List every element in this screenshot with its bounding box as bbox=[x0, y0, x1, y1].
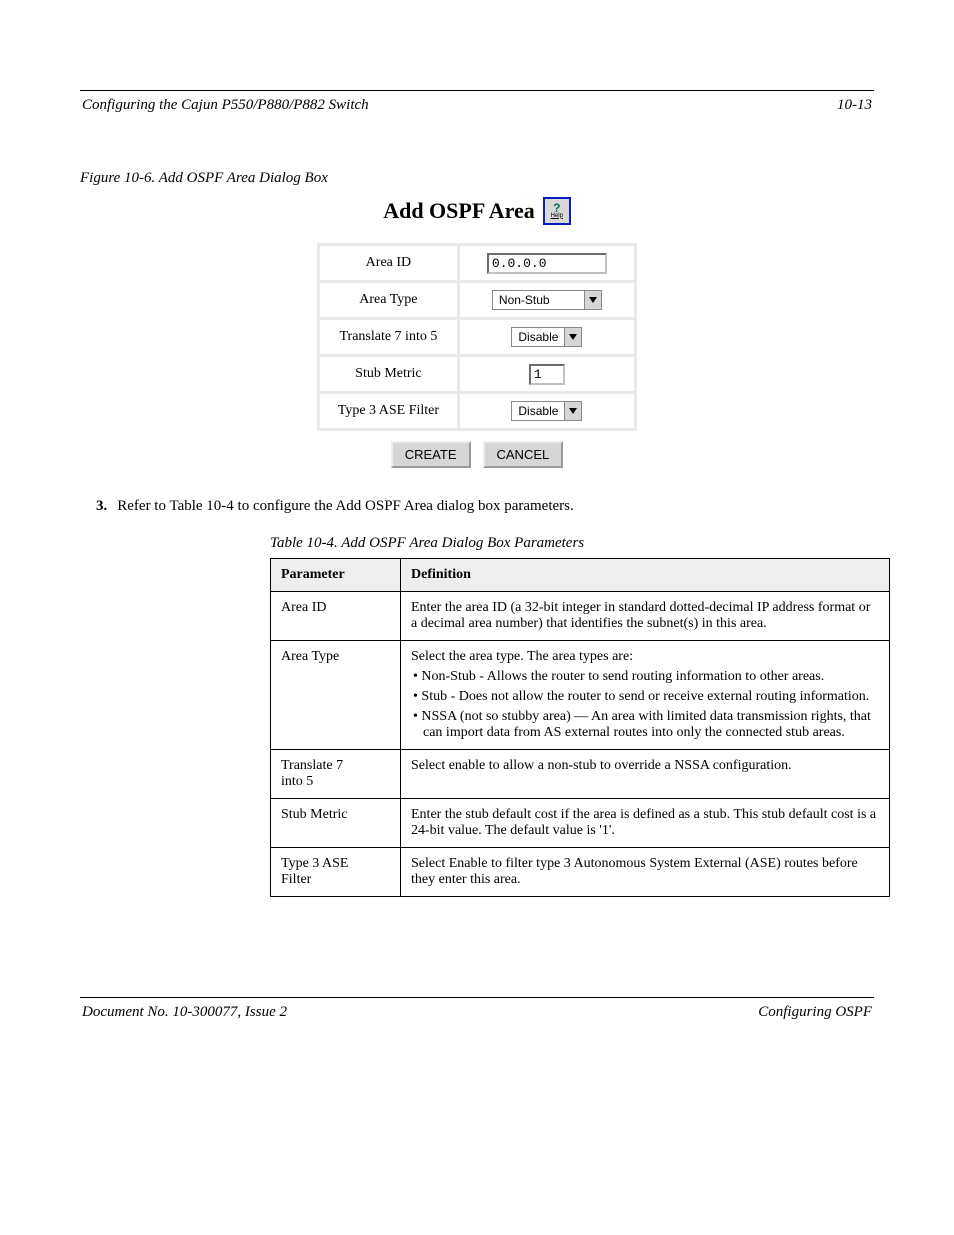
step-body: Refer to Table 10-4 to configure the Add… bbox=[117, 498, 573, 514]
label-translate: Translate 7 into 5 bbox=[320, 320, 457, 354]
table-row: Stub Metric Enter the stub default cost … bbox=[271, 799, 890, 848]
page-footer: Document No. 10-300077, Issue 2 Configur… bbox=[80, 1004, 874, 1021]
cancel-button[interactable]: CANCEL bbox=[483, 441, 564, 468]
step-number: 3. bbox=[96, 498, 117, 514]
stub-metric-input[interactable] bbox=[529, 364, 565, 385]
header-divider bbox=[80, 90, 874, 91]
type3-ase-select[interactable]: Disable bbox=[511, 401, 582, 421]
label-area-type: Area Type bbox=[320, 283, 457, 317]
area-type-select[interactable]: Non-Stub bbox=[492, 290, 602, 310]
create-button[interactable]: CREATE bbox=[391, 441, 471, 468]
area-id-input[interactable] bbox=[487, 253, 607, 274]
header-right: 10-13 bbox=[837, 97, 872, 114]
table-row: Area Type Select the area type. The area… bbox=[271, 641, 890, 750]
area-type-value: Non-Stub bbox=[493, 291, 585, 309]
translate-select[interactable]: Disable bbox=[511, 327, 582, 347]
table-caption: Table 10-4. Add OSPF Area Dialog Box Par… bbox=[270, 535, 874, 552]
footer-divider bbox=[80, 997, 874, 998]
chevron-down-icon bbox=[565, 328, 581, 346]
label-stub-metric: Stub Metric bbox=[320, 357, 457, 391]
add-ospf-area-dialog: Add OSPF Area ? Help Area ID Area Type bbox=[317, 197, 637, 468]
chevron-down-icon bbox=[565, 402, 581, 420]
header-left: Configuring the Cajun P550/P880/P882 Swi… bbox=[82, 97, 369, 114]
step-3: 3.Refer to Table 10-4 to configure the A… bbox=[80, 498, 874, 515]
table-row: Area ID Enter the area ID (a 32-bit inte… bbox=[271, 592, 890, 641]
figure-caption: Figure 10-6. Add OSPF Area Dialog Box bbox=[80, 170, 874, 187]
dialog-form-table: Area ID Area Type Non-Stub bbox=[317, 243, 637, 431]
th-definition: Definition bbox=[401, 559, 890, 592]
label-area-id: Area ID bbox=[320, 246, 457, 280]
type3-ase-value: Disable bbox=[512, 402, 565, 420]
label-type3-ase: Type 3 ASE Filter bbox=[320, 394, 457, 428]
table-row: Type 3 ASEFilter Select Enable to filter… bbox=[271, 848, 890, 897]
help-icon[interactable]: ? Help bbox=[543, 197, 571, 225]
chevron-down-icon bbox=[585, 291, 601, 309]
page-header: Configuring the Cajun P550/P880/P882 Swi… bbox=[80, 97, 874, 164]
table-row: Translate 7into 5 Select enable to allow… bbox=[271, 750, 890, 799]
parameter-table: Parameter Definition Area ID Enter the a… bbox=[270, 558, 890, 897]
footer-left: Document No. 10-300077, Issue 2 bbox=[82, 1004, 287, 1021]
footer-right: Configuring OSPF bbox=[758, 1004, 872, 1021]
dialog-title: Add OSPF Area bbox=[383, 198, 535, 224]
th-parameter: Parameter bbox=[271, 559, 401, 592]
translate-value: Disable bbox=[512, 328, 565, 346]
